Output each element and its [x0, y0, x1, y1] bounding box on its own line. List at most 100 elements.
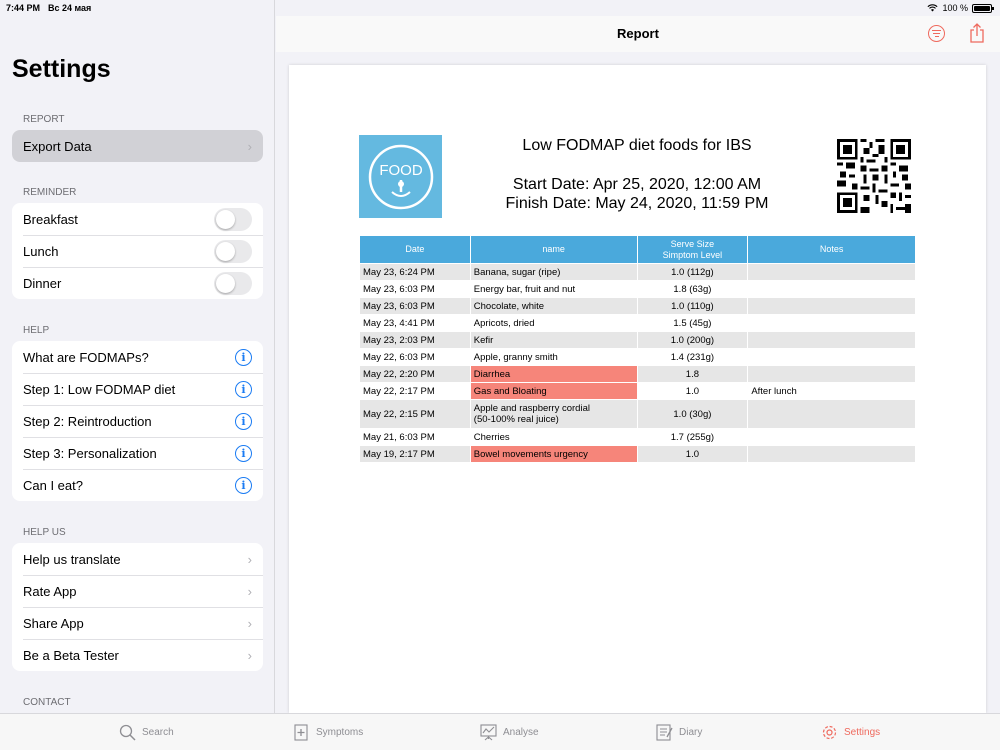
info-icon[interactable]: i — [235, 476, 252, 494]
table-row: May 23, 4:41 PM Apricots, dried 1.5 (45g… — [359, 314, 916, 332]
cell-notes — [747, 263, 916, 281]
sidebar-item-can-i-eat[interactable]: Can I eat? i — [12, 469, 263, 501]
cell-date: May 22, 2:20 PM — [359, 365, 471, 383]
row-label: What are FODMAPs? — [23, 349, 149, 365]
qr-code — [837, 139, 911, 213]
tab-symptoms[interactable]: Symptoms — [293, 724, 363, 741]
table-row: May 19, 2:17 PM Bowel movements urgency … — [359, 445, 916, 463]
battery-icon — [972, 3, 994, 13]
column-header-date: Date — [359, 235, 471, 264]
sidebar-item-step-1[interactable]: Step 1: Low FODMAP diet i — [12, 373, 263, 405]
table-row: May 23, 6:03 PM Energy bar, fruit and nu… — [359, 280, 916, 298]
status-bar: 7:44 PM Вс 24 мая 100 % — [0, 0, 1000, 16]
info-icon[interactable]: i — [235, 380, 252, 398]
sidebar-item-dinner: Dinner — [12, 267, 263, 299]
dinner-toggle[interactable] — [214, 271, 252, 295]
row-label: Breakfast — [23, 211, 78, 227]
cell-name: Banana, sugar (ripe) — [469, 263, 638, 281]
table-row: May 22, 6:03 PM Apple, granny smith 1.4 … — [359, 348, 916, 366]
cell-date: May 21, 6:03 PM — [359, 428, 471, 446]
tab-label: Symptoms — [316, 727, 364, 738]
table-row: May 22, 2:20 PM Diarrhea 1.8 — [359, 365, 916, 383]
info-icon[interactable]: i — [235, 348, 252, 366]
cell-notes: After lunch — [747, 382, 916, 400]
tab-search[interactable]: Search — [119, 724, 174, 741]
cell-serve: 1.4 (231g) — [636, 348, 749, 366]
food-logo-text: FOOD — [379, 162, 422, 179]
sidebar-item-rate-app[interactable]: Rate App › — [12, 575, 263, 607]
cell-notes — [747, 331, 916, 349]
table-row: May 23, 6:24 PM Banana, sugar (ripe) 1.0… — [359, 263, 916, 281]
tab-analyse[interactable]: Analyse — [480, 724, 539, 741]
cell-notes — [747, 280, 916, 298]
lunch-toggle[interactable] — [214, 239, 252, 263]
row-label: Rate App — [23, 583, 77, 599]
cell-serve: 1.7 (255g) — [636, 428, 749, 446]
sidebar-item-export-data[interactable]: Export Data › — [12, 130, 263, 162]
chevron-right-icon: › — [247, 551, 252, 567]
info-icon[interactable]: i — [235, 444, 252, 462]
cell-symptom: Bowel movements urgency — [469, 445, 638, 463]
report-title: Low FODMAP diet foods for IBS — [522, 137, 752, 154]
sidebar-item-lunch: Lunch — [12, 235, 263, 267]
sidebar-item-beta-tester[interactable]: Be a Beta Tester › — [12, 639, 263, 671]
sidebar-item-step-3[interactable]: Step 3: Personalization i — [12, 437, 263, 469]
cell-date: May 23, 6:03 PM — [359, 280, 471, 298]
table-header-row: Date name Serve Size Simptom Level Notes — [359, 235, 916, 264]
cell-date: May 23, 2:03 PM — [359, 331, 471, 349]
cell-date: May 22, 2:17 PM — [359, 382, 471, 400]
cell-name: Apple and raspberry cordial (50-100% real… — [469, 399, 638, 429]
group-report: Export Data › — [12, 130, 263, 162]
row-label: Step 3: Personalization — [23, 445, 157, 461]
sidebar-item-share-app[interactable]: Share App › — [12, 607, 263, 639]
tab-diary[interactable]: Diary — [656, 724, 702, 741]
nav-bar: Report — [276, 16, 1000, 52]
cell-date: May 19, 2:17 PM — [359, 445, 471, 463]
tab-settings[interactable]: Settings — [821, 724, 880, 741]
tab-label: Settings — [844, 727, 881, 738]
symptoms-icon — [294, 724, 308, 741]
share-icon[interactable] — [969, 23, 985, 43]
cell-name: Energy bar, fruit and nut — [469, 280, 638, 298]
cell-serve: 1.5 (45g) — [636, 314, 749, 332]
cell-name-line2: (50-100% real juice) — [473, 414, 559, 425]
row-label: Dinner — [23, 275, 62, 291]
chevron-right-icon: › — [247, 615, 252, 631]
battery-percent: 100 % — [942, 3, 968, 13]
cell-serve: 1.0 (30g) — [636, 399, 749, 429]
cell-name: Kefir — [469, 331, 638, 349]
cell-notes — [747, 365, 916, 383]
row-label: Export Data — [23, 138, 92, 154]
filter-icon[interactable] — [928, 25, 945, 42]
column-header-notes: Notes — [747, 235, 916, 264]
section-label-contact: CONTACT — [23, 697, 71, 708]
sidebar-item-help-translate[interactable]: Help us translate › — [12, 543, 263, 575]
info-icon[interactable]: i — [235, 412, 252, 430]
cell-serve: 1.8 (63g) — [636, 280, 749, 298]
cell-notes — [747, 399, 916, 429]
food-logo-icon: FOOD — [368, 144, 433, 209]
row-label: Can I eat? — [23, 477, 83, 493]
diary-icon — [656, 724, 673, 741]
cell-date: May 22, 2:15 PM — [359, 399, 471, 429]
breakfast-toggle[interactable] — [214, 207, 252, 231]
cell-serve: 1.0 (112g) — [636, 263, 749, 281]
row-label: Share App — [23, 615, 84, 631]
cell-date: May 23, 4:41 PM — [359, 314, 471, 332]
sidebar-item-what-are-fodmaps[interactable]: What are FODMAPs? i — [12, 341, 263, 373]
status-right: 100 % — [927, 3, 994, 13]
symptom-level-label: Simptom Level — [662, 249, 723, 260]
cell-symptom: Gas and Bloating — [469, 382, 638, 400]
search-icon — [119, 724, 136, 741]
group-help: What are FODMAPs? i Step 1: Low FODMAP d… — [12, 341, 263, 501]
section-label-help: HELP — [23, 325, 50, 336]
gear-icon — [822, 725, 837, 740]
cell-name: Cherries — [469, 428, 638, 446]
cell-notes — [747, 428, 916, 446]
sidebar-item-step-2[interactable]: Step 2: Reintroduction i — [12, 405, 263, 437]
row-label: Step 1: Low FODMAP diet — [23, 381, 176, 397]
chevron-right-icon: › — [247, 647, 252, 663]
table-row: May 23, 6:03 PM Chocolate, white 1.0 (11… — [359, 297, 916, 315]
report-dates: Start Date: Apr 25, 2020, 12:00 AM Finis… — [449, 175, 825, 213]
sidebar-item-breakfast: Breakfast — [12, 203, 263, 235]
